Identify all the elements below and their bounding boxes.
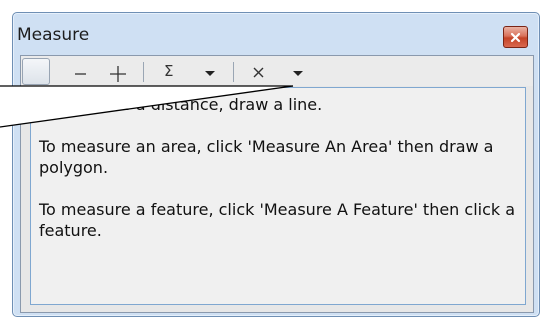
callout-pointer — [0, 85, 294, 128]
